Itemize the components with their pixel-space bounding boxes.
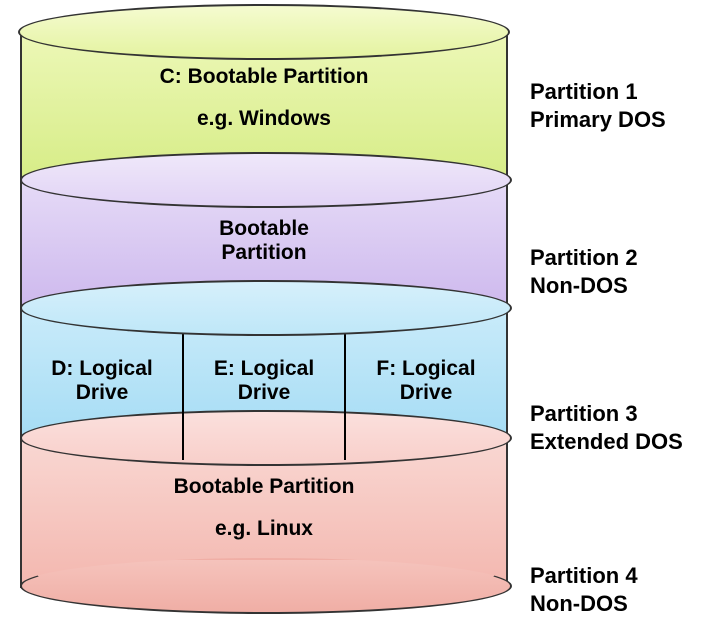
label-3-line2: Extended DOS: [530, 428, 683, 456]
label-2-line2: Non-DOS: [530, 272, 683, 300]
partition-2-title: Bootable: [22, 217, 506, 241]
label-1-line2: Primary DOS: [530, 106, 683, 134]
partition-4-label: Partition 4 Non-DOS: [530, 528, 683, 617]
disk-partition-diagram: C: Bootable Partition e.g. Windows Boota…: [20, 20, 699, 617]
drive-divider-2: [344, 314, 346, 460]
divider-2: [20, 280, 512, 336]
drive-f-line1: F: Logical: [376, 357, 475, 381]
drive-divider-1: [182, 314, 184, 460]
partition-2-label: Partition 2 Non-DOS: [530, 228, 683, 372]
partition-1-label: Partition 1 Primary DOS: [530, 78, 683, 228]
partition-4-title: Bootable Partition: [22, 475, 506, 499]
label-4-line2: Non-DOS: [530, 590, 683, 618]
drive-f-line2: Drive: [400, 381, 453, 405]
partition-1-subtitle: e.g. Windows: [22, 107, 506, 131]
cylinder-top-cap: [18, 4, 510, 60]
drive-e-line2: Drive: [238, 381, 291, 405]
partition-1-title: C: Bootable Partition: [22, 65, 506, 89]
partition-2-subtitle: Partition: [22, 241, 506, 265]
label-2-line1: Partition 2: [530, 244, 683, 272]
label-1-line1: Partition 1: [530, 78, 683, 106]
disk-cylinder: C: Bootable Partition e.g. Windows Boota…: [20, 30, 508, 616]
label-3-line1: Partition 3: [530, 400, 683, 428]
label-4-line1: Partition 4: [530, 562, 683, 590]
partition-3-label: Partition 3 Extended DOS: [530, 372, 683, 528]
cylinder-bottom-cap: [20, 558, 512, 614]
drive-e-line1: E: Logical: [214, 357, 314, 381]
partition-4-subtitle: e.g. Linux: [22, 517, 506, 541]
drive-d-line2: Drive: [76, 381, 129, 405]
divider-1: [20, 152, 512, 208]
drive-d-line1: D: Logical: [51, 357, 153, 381]
partition-labels-column: Partition 1 Primary DOS Partition 2 Non-…: [530, 20, 683, 617]
